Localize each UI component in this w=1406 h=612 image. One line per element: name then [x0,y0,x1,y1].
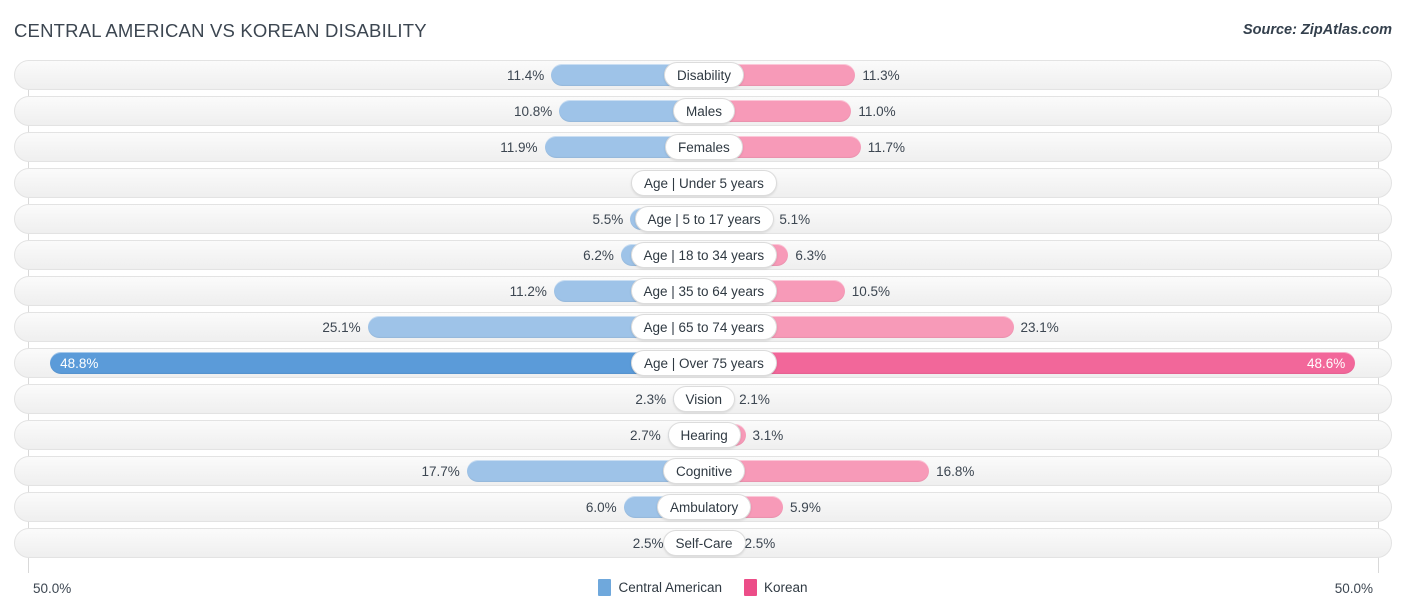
value-label-korean: 5.1% [779,212,811,227]
category-label: Hearing [667,422,741,448]
chart-legend: Central American Korean [0,579,1406,596]
chart-row-inner: 11.4% 11.3% Disability [15,61,1391,89]
category-label: Vision [672,386,736,412]
value-label-korean: 23.1% [1020,320,1059,335]
value-label-central-american: 2.7% [630,428,661,443]
chart-row-inner: 5.5% 5.1% Age | 5 to 17 years [15,205,1391,233]
category-label: Age | Under 5 years [631,170,777,196]
value-label-korean: 16.8% [936,464,975,479]
category-label: Age | 65 to 74 years [630,314,778,340]
value-label-central-american: 25.1% [322,320,361,335]
chart-row[interactable]: 11.9% 11.7% Females [14,132,1392,162]
chart-row-inner: 1.2%1.2%Age | Under 5 years [15,169,1391,197]
chart-row-inner: 11.9% 11.7% Females [15,133,1391,161]
value-label-korean: 10.5% [851,284,890,299]
source-attribution: Source: ZipAtlas.com [1242,22,1392,38]
value-label-central-american: 11.9% [500,140,538,155]
value-label-central-american: 10.8% [513,104,553,119]
legend-item-korean[interactable]: Korean [744,579,808,596]
chart-row-inner: 2.3% 2.1% Vision [15,385,1391,413]
chart-header: CENTRAL AMERICAN VS KOREAN DISABILITY So… [0,0,1406,58]
legend-swatch-central-american [598,579,612,596]
chart-row[interactable]: 11.4% 11.3% Disability [14,60,1392,90]
chart-row[interactable]: 2.7% 3.1% Hearing [14,420,1392,450]
value-label-korean: 11.3% [862,68,900,83]
chart-plot-area: 11.4% 11.3% Disability 10.8% 11.0% Males 11.9%… [0,60,1406,573]
chart-row-inner: 6.2% 6.3% Age | 18 to 34 years [15,241,1391,269]
value-label-korean: 48.6% [1306,356,1346,371]
chart-row-inner: 48.8% 48.6% Age | Over 75 years [15,349,1391,377]
legend-label-central-american: Central American [618,580,722,595]
category-label: Age | 5 to 17 years [634,206,774,232]
category-label: Cognitive [663,458,746,484]
category-label: Self-Care [662,530,746,556]
value-label-korean: 6.3% [795,248,827,263]
category-label: Disability [664,62,745,88]
chart-row[interactable]: 25.1% 23.1% Age | 65 to 74 years [14,312,1392,342]
value-label-korean: 3.1% [752,428,784,443]
chart-row-inner: 2.7% 3.1% Hearing [15,421,1391,449]
value-label-korean: 11.7% [867,140,906,155]
value-label-central-american: 48.8% [60,356,99,371]
chart-row[interactable]: 2.3% 2.1% Vision [14,384,1392,414]
legend-swatch-korean [744,579,757,596]
chart-row[interactable]: 1.2%1.2%Age | Under 5 years [14,168,1392,198]
category-label: Males [673,98,736,124]
chart-row[interactable]: 10.8% 11.0% Males [14,96,1392,126]
value-label-korean: 2.1% [739,392,770,407]
category-label: Age | 35 to 64 years [630,278,778,304]
chart-row[interactable]: 6.2% 6.3% Age | 18 to 34 years [14,240,1392,270]
bar-central-american[interactable] [50,352,704,374]
category-label: Females [665,134,743,160]
category-label: Age | 18 to 34 years [630,242,778,268]
value-label-central-american: 2.3% [635,392,667,407]
chart-row-inner: 2.5% 2.5% Self-Care [15,529,1391,557]
chart-row-inner: 25.1% 23.1% Age | 65 to 74 years [15,313,1391,341]
value-label-korean: 2.5% [744,536,776,551]
value-label-central-american: 11.2% [509,284,547,299]
value-label-central-american: 17.7% [421,464,460,479]
legend-label-korean: Korean [764,580,808,595]
page-title: CENTRAL AMERICAN VS KOREAN DISABILITY [14,20,427,41]
chart-row[interactable]: 17.7% 16.8% Cognitive [14,456,1392,486]
value-label-central-american: 6.2% [583,248,614,263]
category-label: Ambulatory [657,494,752,520]
value-label-central-american: 11.4% [506,68,545,83]
value-label-central-american: 5.5% [592,212,624,227]
legend-item-central-american[interactable]: Central American [598,579,722,596]
chart-row-inner: 6.0% 5.9% Ambulatory [15,493,1391,521]
chart-row[interactable]: 6.0% 5.9% Ambulatory [14,492,1392,522]
value-label-korean: 5.9% [790,500,821,515]
category-label: Age | Over 75 years [631,350,777,376]
chart-footer: 50.0% 50.0% Central American Korean [0,573,1406,612]
bar-korean[interactable] [704,352,1356,374]
value-label-korean: 11.0% [858,104,896,119]
value-label-central-american: 6.0% [585,500,617,515]
chart-row[interactable]: 48.8% 48.6% Age | Over 75 years [14,348,1392,378]
chart-row[interactable]: 11.2% 10.5% Age | 35 to 64 years [14,276,1392,306]
chart-row-inner: 11.2% 10.5% Age | 35 to 64 years [15,277,1391,305]
chart-row-inner: 10.8% 11.0% Males [15,97,1391,125]
chart-row[interactable]: 5.5% 5.1% Age | 5 to 17 years [14,204,1392,234]
chart-row[interactable]: 2.5% 2.5% Self-Care [14,528,1392,558]
value-label-central-american: 2.5% [632,536,664,551]
chart-row-inner: 17.7% 16.8% Cognitive [15,457,1391,485]
